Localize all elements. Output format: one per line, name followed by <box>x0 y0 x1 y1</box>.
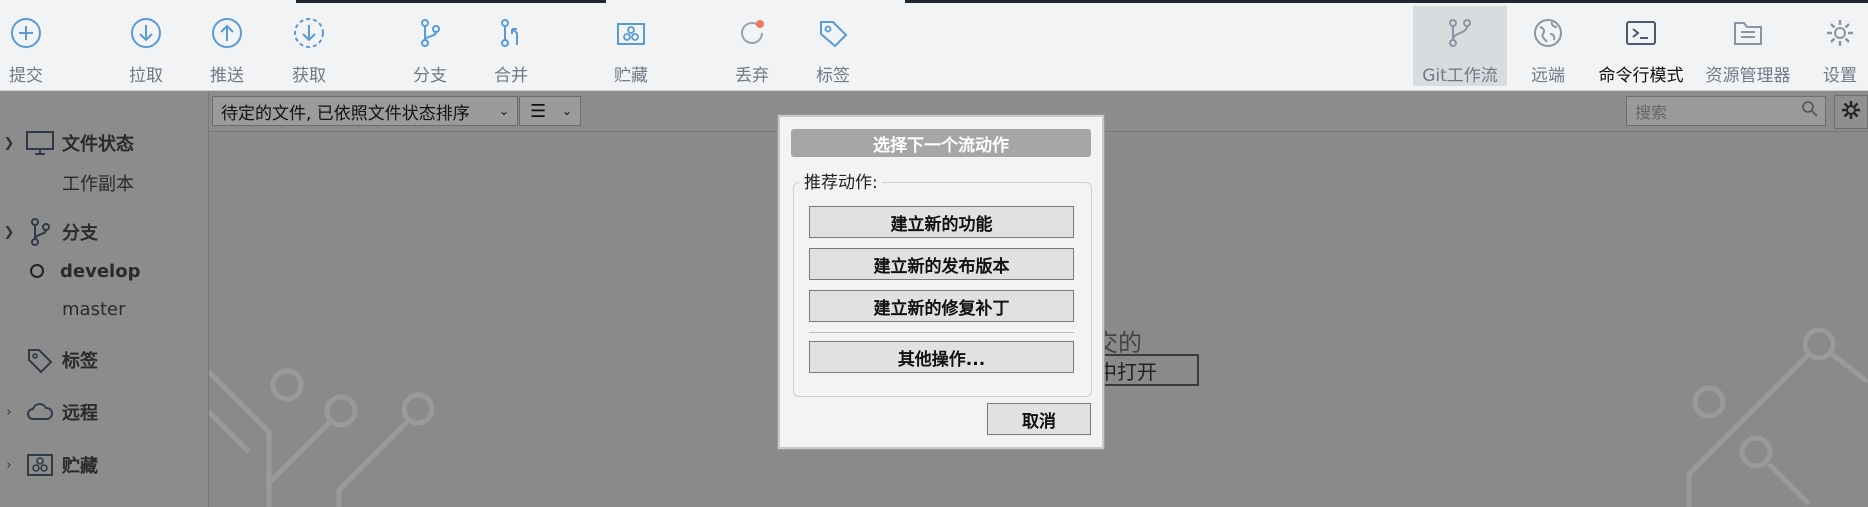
git-flow-button[interactable]: Git工作流 <box>1413 6 1507 86</box>
plus-circle-icon <box>9 16 43 49</box>
terminal-button[interactable]: 命令行模式 <box>1593 6 1689 86</box>
sidebar-label: 远程 <box>62 403 98 424</box>
group-label: 推荐动作: <box>800 168 882 193</box>
sidebar-label: 分支 <box>62 223 98 244</box>
merge-label: 合并 <box>494 66 528 86</box>
start-hotfix-button[interactable]: 建立新的修复补丁 <box>809 290 1074 322</box>
merge-icon <box>494 16 528 49</box>
divider <box>809 332 1074 333</box>
start-release-button[interactable]: 建立新的发布版本 <box>809 248 1074 280</box>
chevron-right-icon[interactable]: › <box>2 458 16 473</box>
sidebar-item-remotes[interactable]: › 远程 <box>0 397 98 427</box>
git-flow-label: Git工作流 <box>1422 66 1498 86</box>
chevron-down-icon[interactable]: ❯ <box>2 136 16 151</box>
gear-icon <box>1823 16 1857 49</box>
arrow-down-circle-icon <box>129 16 163 49</box>
arrow-up-circle-icon <box>210 16 244 49</box>
search-placeholder: 搜索 <box>1635 103 1668 122</box>
commit-button[interactable]: 提交 <box>0 6 52 86</box>
sidebar-label: 工作副本 <box>62 174 134 195</box>
chevron-down-icon: ⌄ <box>498 104 509 118</box>
cancel-button[interactable]: 取消 <box>987 403 1091 435</box>
commit-label: 提交 <box>9 66 43 86</box>
branch-label: 分支 <box>413 66 447 86</box>
tag-icon <box>816 16 850 49</box>
fetch-label: 获取 <box>292 66 326 86</box>
settings-label: 设置 <box>1823 66 1857 86</box>
discard-icon <box>735 16 769 49</box>
sidebar-label: 文件状态 <box>62 134 134 155</box>
view-mode-select[interactable]: ☰ ⌄ <box>519 96 581 126</box>
app-window: 提交 拉取 推送 获取 分支 合并 贮藏 丢弃 标签 Git工作流 远端 命令行… <box>0 0 1868 507</box>
branch-icon <box>413 16 447 49</box>
push-label: 推送 <box>210 66 244 86</box>
list-icon: ☰ <box>530 100 547 122</box>
stash-icon <box>24 450 56 480</box>
stash-button[interactable]: 贮藏 <box>605 6 657 86</box>
open-in-explorer-button[interactable]: 中打开 <box>1091 354 1199 386</box>
settings-button[interactable]: 设置 <box>1816 6 1864 86</box>
terminal-icon <box>1624 16 1658 49</box>
globe-icon <box>1531 16 1565 49</box>
pull-label: 拉取 <box>129 66 163 86</box>
search-icon <box>1801 100 1819 122</box>
sidebar-item-working-copy[interactable]: 工作副本 <box>62 168 134 198</box>
folder-icon <box>1731 16 1765 49</box>
discard-label: 丢弃 <box>735 66 769 86</box>
sidebar-label: 贮藏 <box>62 456 98 477</box>
gear-icon <box>1840 99 1862 125</box>
sort-select[interactable]: 待定的文件, 已依照文件状态排序 ⌄ <box>212 96 518 126</box>
sidebar-label: 标签 <box>62 351 98 372</box>
dialog-title: 选择下一个流动作 <box>791 129 1091 157</box>
tag-label: 标签 <box>816 66 850 86</box>
stash-label: 贮藏 <box>614 66 648 86</box>
push-button[interactable]: 推送 <box>201 6 253 86</box>
monitor-icon <box>24 128 56 158</box>
search-input[interactable]: 搜索 <box>1626 96 1826 126</box>
git-flow-dialog: 选择下一个流动作 推荐动作: 建立新的功能 建立新的发布版本 建立新的修复补丁 … <box>778 115 1104 449</box>
remote-label: 远端 <box>1531 66 1565 86</box>
sidebar-item-tags[interactable]: 标签 <box>0 345 98 375</box>
explorer-button[interactable]: 资源管理器 <box>1700 6 1796 86</box>
window-strip <box>296 0 606 3</box>
branch-name: develop <box>60 260 141 282</box>
branch-icon <box>24 217 56 247</box>
tag-icon <box>24 345 56 375</box>
other-actions-button[interactable]: 其他操作... <box>809 341 1074 373</box>
sidebar-item-stashes[interactable]: › 贮藏 <box>0 450 98 480</box>
tag-button[interactable]: 标签 <box>807 6 859 86</box>
branch-name: master <box>62 298 126 320</box>
chevron-right-icon[interactable]: › <box>2 405 16 420</box>
options-gear-button[interactable] <box>1834 95 1868 129</box>
current-branch-icon <box>30 264 44 278</box>
sort-select-value: 待定的文件, 已依照文件状态排序 <box>221 103 470 124</box>
terminal-label: 命令行模式 <box>1598 66 1684 86</box>
git-flow-icon <box>1443 16 1477 49</box>
open-button-label: 中打开 <box>1097 359 1157 384</box>
start-feature-button[interactable]: 建立新的功能 <box>809 206 1074 238</box>
chevron-down-icon: ⌄ <box>561 104 572 118</box>
toolbar: 提交 拉取 推送 获取 分支 合并 贮藏 丢弃 标签 Git工作流 远端 命令行… <box>0 0 1868 91</box>
discard-button[interactable]: 丢弃 <box>726 6 778 86</box>
remote-button[interactable]: 远端 <box>1522 6 1574 86</box>
branch-button[interactable]: 分支 <box>404 6 456 86</box>
stash-icon <box>614 16 648 49</box>
cloud-icon <box>24 397 56 427</box>
fetch-icon <box>292 16 326 49</box>
chevron-down-icon[interactable]: ❯ <box>2 225 16 240</box>
merge-button[interactable]: 合并 <box>485 6 537 86</box>
explorer-label: 资源管理器 <box>1705 66 1791 86</box>
window-strip <box>905 0 1868 3</box>
sidebar-item-file-status[interactable]: ❯ 文件状态 <box>0 128 134 158</box>
pull-button[interactable]: 拉取 <box>120 6 172 86</box>
sidebar-item-branch-master[interactable]: master <box>62 294 125 324</box>
sidebar-item-branches[interactable]: ❯ 分支 <box>0 217 98 247</box>
sidebar: ❯ 文件状态 工作副本 ❯ 分支 develop master 标签 › 远程 … <box>0 91 209 507</box>
fetch-button[interactable]: 获取 <box>283 6 335 86</box>
sidebar-item-branch-develop[interactable]: develop <box>30 256 140 286</box>
